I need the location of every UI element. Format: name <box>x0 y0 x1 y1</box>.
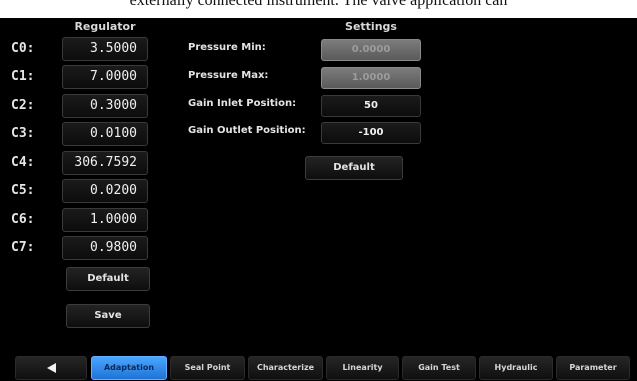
c1-label: C1: <box>11 69 35 84</box>
document-caption-text: externally connected instrument. The val… <box>129 0 508 9</box>
c4-label: C4: <box>11 155 35 170</box>
pressure-max-field: 1.0000 <box>321 67 421 89</box>
regulator-default-button[interactable]: Default <box>66 267 150 291</box>
save-button[interactable]: Save <box>66 304 150 328</box>
c3-label: C3: <box>11 126 35 141</box>
c1-value-field[interactable]: 7.0000 <box>62 65 148 89</box>
tab-parameter[interactable]: Parameter <box>556 356 630 380</box>
settings-default-button[interactable]: Default <box>305 156 403 180</box>
pressure-min-label: Pressure Min: <box>188 42 266 53</box>
back-arrow-icon <box>46 362 56 373</box>
c0-value-field[interactable]: 3.5000 <box>62 37 148 61</box>
c5-value-field[interactable]: 0.0200 <box>62 179 148 203</box>
tab-gain-test[interactable]: Gain Test <box>402 356 476 380</box>
c7-value-field[interactable]: 0.9800 <box>62 236 148 260</box>
adaptation-screen: Regulator C0: 3.5000 C1: 7.0000 C2: 0.30… <box>0 18 637 381</box>
tab-seal-point[interactable]: Seal Point <box>170 356 245 380</box>
settings-header: Settings <box>345 20 397 33</box>
gain-outlet-position-label: Gain Outlet Position: <box>188 125 306 136</box>
c2-label: C2: <box>11 98 35 113</box>
c6-value-field[interactable]: 1.0000 <box>62 208 148 232</box>
gain-inlet-position-field[interactable]: 50 <box>321 95 421 117</box>
gain-outlet-position-field[interactable]: -100 <box>321 122 421 144</box>
c7-label: C7: <box>11 240 35 255</box>
tab-adaptation[interactable]: Adaptation <box>91 356 167 380</box>
back-button[interactable] <box>15 356 87 380</box>
tab-linearity[interactable]: Linearity <box>326 356 399 380</box>
gain-inlet-position-label: Gain Inlet Position: <box>188 98 297 109</box>
c4-value-field[interactable]: 306.7592 <box>62 151 148 175</box>
pressure-min-field: 0.0000 <box>321 39 421 61</box>
tab-hydraulic[interactable]: Hydraulic <box>479 356 553 380</box>
regulator-header: Regulator <box>74 20 136 33</box>
pressure-max-label: Pressure Max: <box>188 70 269 81</box>
tab-characterize[interactable]: Characterize <box>248 356 323 380</box>
c6-label: C6: <box>11 212 35 227</box>
c0-label: C0: <box>11 41 35 56</box>
c2-value-field[interactable]: 0.3000 <box>62 94 148 118</box>
c5-label: C5: <box>11 183 35 198</box>
c3-value-field[interactable]: 0.0100 <box>62 122 148 146</box>
